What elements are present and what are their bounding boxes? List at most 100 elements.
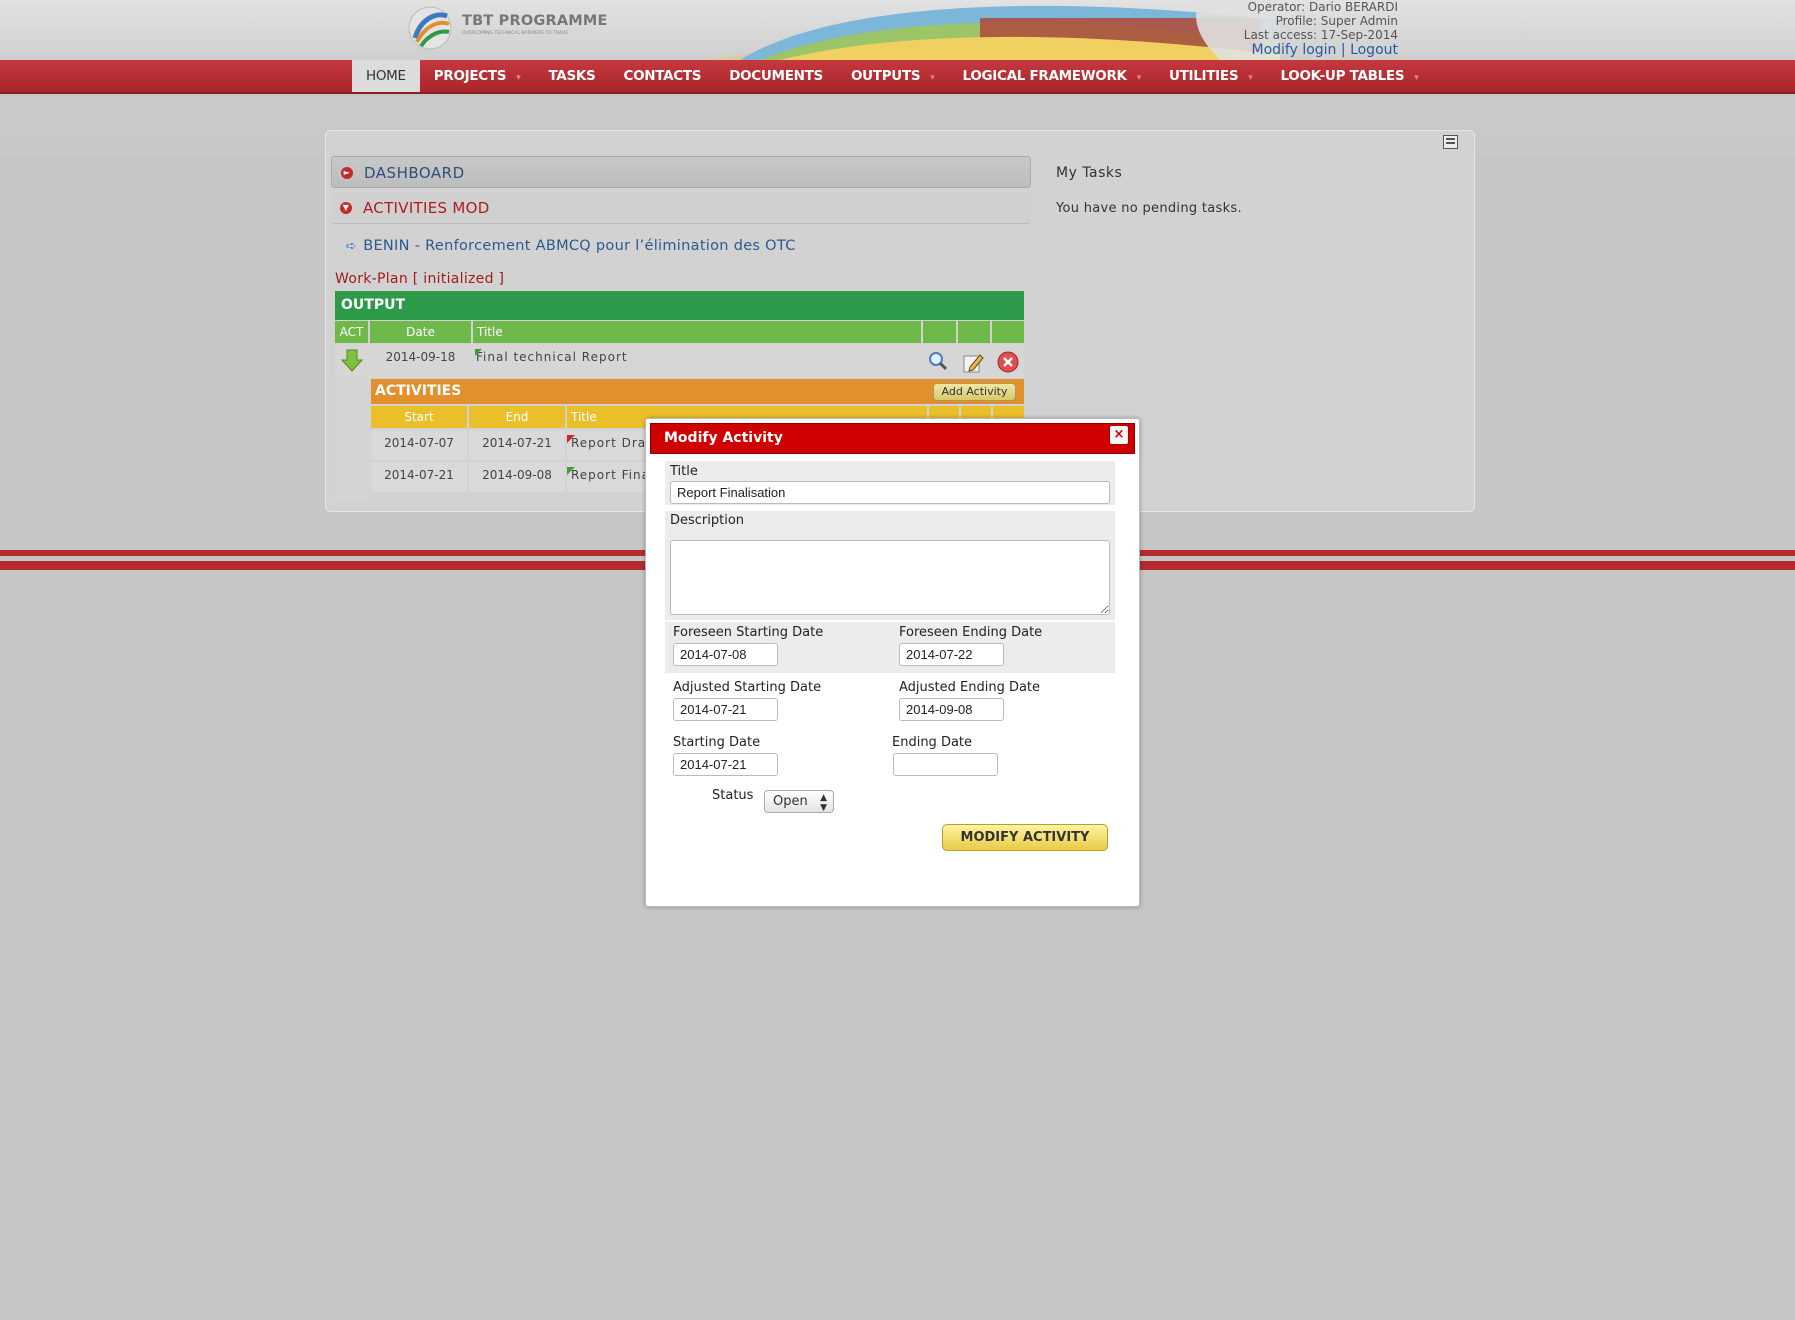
dropdown-caret-icon: ▾ [1136,73,1142,83]
nav-utilities[interactable]: UTILITIES ▾ [1155,60,1267,92]
modify-activity-dialog: Modify Activity × Title Description Fore… [645,418,1140,907]
modify-login-link[interactable]: Modify login [1251,42,1336,58]
activities-indent [335,378,370,500]
col-title-header: Title [473,321,921,343]
banner-graphic [700,0,1280,60]
adjusted-end-field[interactable] [899,698,1004,721]
activity-row-1-title[interactable]: Report Draf [567,430,645,460]
edit-output-button[interactable] [962,352,986,376]
modify-activity-button[interactable]: MODIFY ACTIVITY [942,824,1108,851]
arrow-right-icon: ➪ [346,239,358,254]
nav-home[interactable]: HOME [352,60,420,92]
status-flag-green-icon [567,467,575,475]
logout-link[interactable]: Logout [1350,42,1398,58]
accordion-activities-mod[interactable]: ▼ ACTIVITIES MOD [331,192,1031,224]
dropdown-caret-icon: ▾ [1248,73,1253,83]
link-separator: | [1340,42,1346,58]
foreseen-start-field[interactable] [673,643,778,666]
foreseen-end-field[interactable] [899,643,1004,666]
dropdown-caret-icon: ▾ [930,73,935,83]
logo-text: TBT PROGRAMME [462,13,608,29]
nav-logical-framework[interactable]: LOGICAL FRAMEWORK ▾ [949,60,1155,92]
nav-label: HOME [366,68,406,84]
user-links: Modify login | Logout [1244,43,1398,58]
nav-documents[interactable]: DOCUMENTS [715,60,837,92]
nav-contacts[interactable]: CONTACTS [609,60,715,92]
nav-tasks[interactable]: TASKS [534,60,609,92]
view-output-button[interactable] [927,350,951,374]
select-arrows-icon: ▲ ▼ [820,793,827,813]
nav-label: LOOK-UP TABLES [1280,68,1405,84]
foreseen-start-label: Foreseen Starting Date [673,625,824,640]
dropdown-caret-icon: ▾ [1414,73,1419,83]
expand-activities-button[interactable] [340,348,364,372]
status-select[interactable]: Open ▲ ▼ [764,790,834,813]
logo-tagline: OVERCOMING TECHNICAL BARRIERS TO TRADE [462,31,569,36]
start-field[interactable] [673,753,778,776]
delete-circle-icon [997,351,1019,373]
arrow-right-circle-icon: ► [341,167,353,179]
nav-label: TASKS [548,68,596,84]
logo[interactable]: TBT PROGRAMME OVERCOMING TECHNICAL BARRI… [407,4,607,54]
status-value: Open [773,794,808,809]
nav-label: DOCUMENTS [729,68,823,84]
col-act-header: ACT [335,321,368,343]
no-tasks-text: You have no pending tasks. [1056,201,1242,216]
accordion-activities-label: ACTIVITIES MOD [363,199,490,217]
adjusted-start-field[interactable] [673,698,778,721]
description-field[interactable] [670,540,1110,615]
nav-label: LOGICAL FRAMEWORK [962,68,1128,84]
start-label: Starting Date [673,735,761,750]
accordion-dashboard[interactable]: ► DASHBOARD [331,156,1031,188]
activity-row-1-end: 2014-07-21 [469,430,565,460]
add-activity-button[interactable]: Add Activity [933,383,1016,401]
nav-label: CONTACTS [623,68,702,84]
activity-row-2-start: 2014-07-21 [371,462,467,492]
workplan-status: Work-Plan [ initialized ] [335,271,505,287]
activity-row-1-start: 2014-07-07 [371,430,467,460]
operator-text: Operator: Dario BERARDI [1247,0,1398,14]
nav-label: UTILITIES [1168,68,1239,84]
header-banner [700,0,1280,60]
status-flag-green-icon [475,349,482,356]
project-link-text: BENIN - Renforcement ABMCQ pour l’élimin… [363,238,796,254]
close-icon[interactable]: × [1109,425,1129,445]
output-date: 2014-09-18 [385,350,456,364]
activity-row-2-end: 2014-09-08 [469,462,565,492]
col-start-header: Start [371,406,467,428]
arrow-down-circle-icon: ▼ [340,202,352,214]
nav-outputs[interactable]: OUTPUTS ▾ [837,60,949,92]
description-label: Description [670,513,745,528]
col-view-header [923,321,956,343]
last-access-text: Last access: 17-Sep-2014 [1243,28,1398,42]
end-label: Ending Date [892,735,973,750]
activities-header: ACTIVITIES [371,379,1024,404]
col-date-header: Date [370,321,471,343]
dropdown-caret-icon: ▾ [516,73,521,83]
user-info: Operator: Dario BERARDI Profile: Super A… [1244,0,1398,58]
profile-text: Profile: Super Admin [1275,14,1398,28]
tbt-logo-icon [408,6,452,50]
output-header: OUTPUT [335,291,1024,320]
nav-projects[interactable]: PROJECTS ▾ [420,60,535,92]
adjusted-start-label: Adjusted Starting Date [673,680,822,695]
nav-look-up-tables[interactable]: LOOK-UP TABLES ▾ [1266,60,1432,92]
header: TBT PROGRAMME OVERCOMING TECHNICAL BARRI… [0,0,1795,60]
status-label: Status [712,788,754,803]
edit-note-icon [963,354,984,373]
delete-output-button[interactable] [997,351,1021,375]
nav-items: HOME PROJECTS ▾ TASKS CONTACTS DOCUMENTS OUTPU… [352,60,1432,92]
project-link[interactable]: ➪ BENIN - Renforcement ABMCQ pour l’élimi… [346,238,796,254]
magnifier-icon [929,352,948,371]
dialog-title: Modify Activity [650,423,1135,454]
status-flag-red-icon [567,435,575,443]
end-field[interactable] [893,753,998,776]
arrow-down-green-icon [340,349,364,372]
layout-toggle-icon[interactable] [1443,135,1458,149]
title-field[interactable] [670,481,1110,504]
accordion-dashboard-label: DASHBOARD [364,164,465,182]
activity-row-2-title[interactable]: Report Fina [567,462,645,492]
my-tasks-heading: My Tasks [1056,165,1123,181]
col-end-header: End [469,406,565,428]
nav-label: OUTPUTS [850,68,921,84]
